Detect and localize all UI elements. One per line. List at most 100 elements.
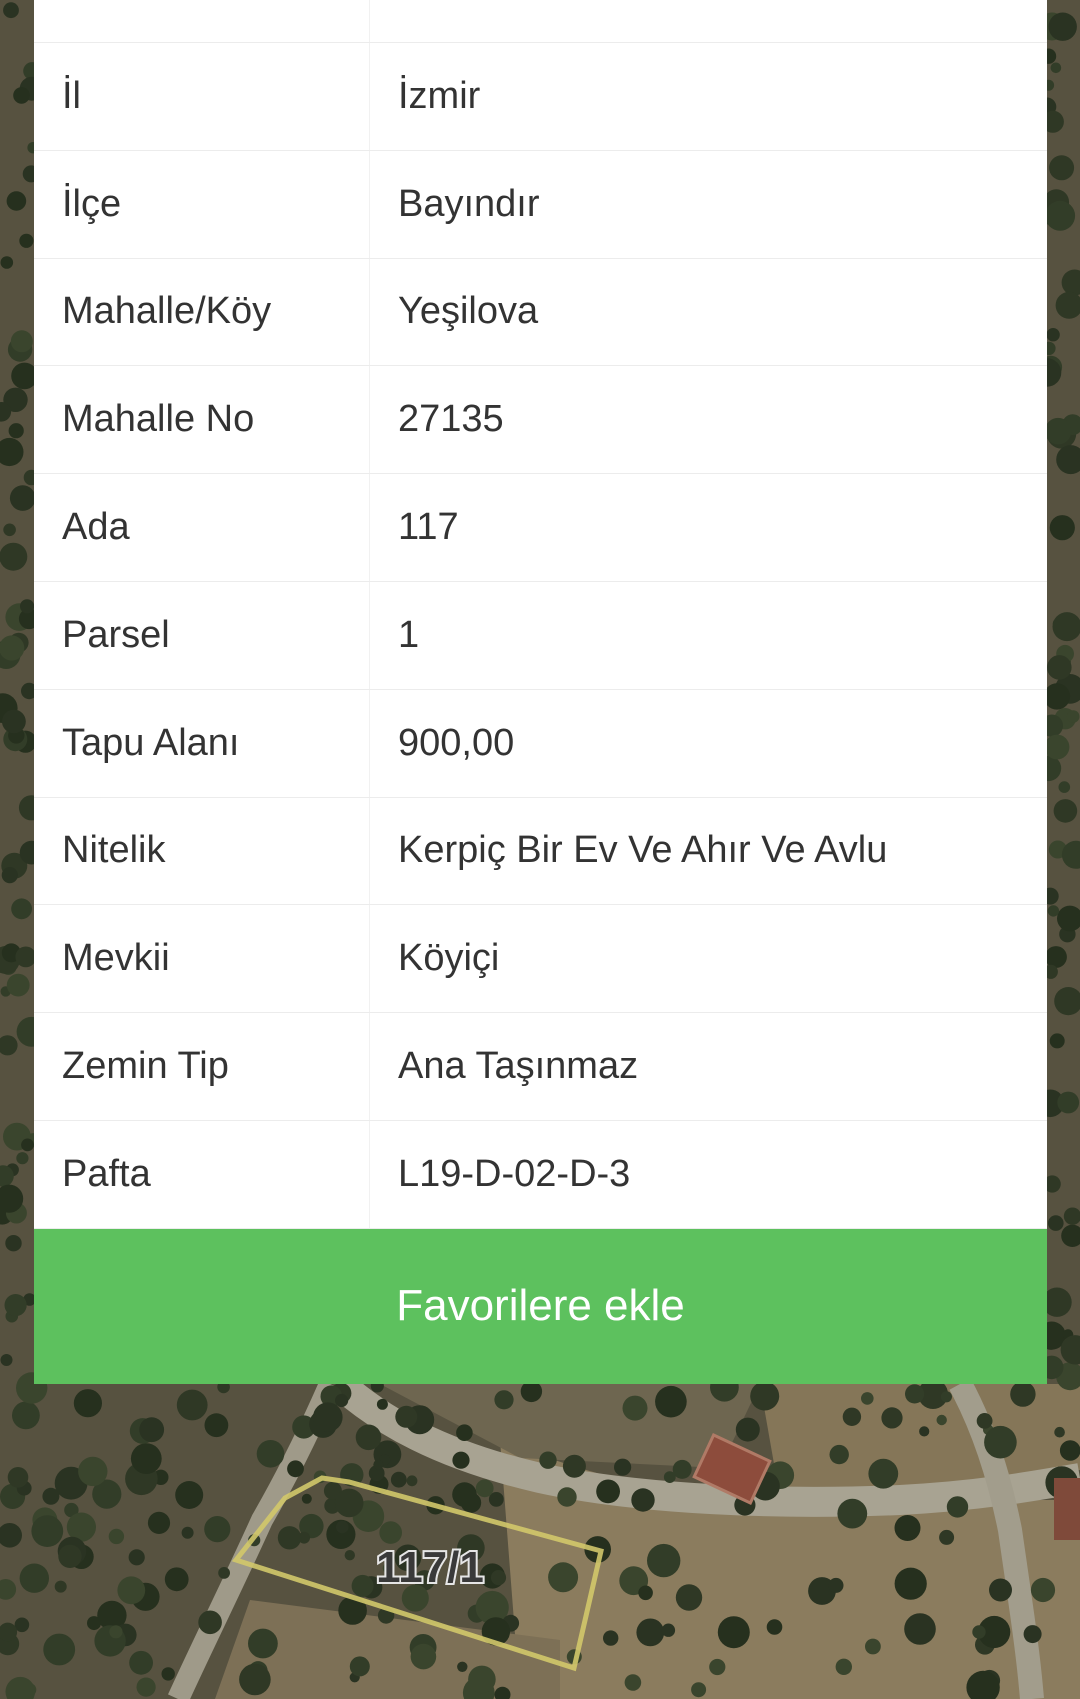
mahalle-koy-value: Yeşilova [398,290,539,333]
tree [675,1584,703,1611]
tree [1054,1426,1065,1438]
parsel-label: Parsel [34,581,370,689]
ilce-label: İlçe [34,150,370,258]
tree [562,1454,586,1478]
tree [456,1424,473,1441]
tree [147,1511,171,1534]
tree [1047,905,1060,917]
tree [406,1475,418,1487]
pafta-value: L19-D-02-D-3 [398,1152,631,1195]
details-row-mahalle-no: Mahalle No 27135 [34,366,1047,475]
tree [976,1413,993,1429]
tree [136,1677,156,1697]
tree [376,1398,388,1410]
mevkii-label: Mevkii [34,905,370,1013]
tree [647,1543,681,1578]
tree [349,1656,370,1677]
tree [287,1460,304,1478]
details-row-parsel: Parsel 1 [34,581,1047,690]
tree [3,523,16,537]
tree [108,1528,125,1545]
tree [43,1633,76,1666]
tree [4,1294,27,1317]
nitelik-value: Kerpiç Bir Ev Ve Ahır Ve Avlu [398,829,888,872]
tree [21,1138,34,1152]
tree [1010,1381,1036,1407]
tree [939,1529,955,1545]
tree [989,1578,1012,1602]
tree [78,1456,108,1487]
tree [539,1451,557,1469]
tree [6,191,27,211]
tree [58,1544,82,1569]
zemin-tip-value: Ana Taşınmaz [398,1045,639,1088]
tree [475,1479,494,1498]
tree [6,973,30,997]
tree [239,1663,271,1696]
tree [10,330,33,353]
tree [313,1402,343,1432]
tree [868,1458,899,1489]
tree [1049,515,1075,541]
tree [19,1563,49,1593]
tree [2,709,26,734]
details-row-ilce: İlçe Bayındır [34,150,1047,259]
tree [691,1682,707,1698]
tree [301,1493,312,1504]
tree [865,1638,881,1655]
tree [0,256,14,269]
tree [636,1618,665,1647]
tree [16,1152,29,1165]
details-row-il: İl İzmir [34,43,1047,151]
parsel-value: 1 [398,613,420,656]
tree [881,1407,903,1429]
tree [336,1520,349,1534]
tree [130,1443,162,1474]
tree [54,1580,67,1593]
tree [452,1482,477,1507]
tree [335,1393,349,1408]
add-to-favorites-button[interactable]: Favorilere ekle [34,1228,1047,1384]
tree [1049,1033,1065,1049]
tapu-alani-label: Tapu Alanı [34,689,370,797]
tree [334,1488,364,1518]
tree [614,1458,632,1476]
tree [20,599,35,614]
tree [1044,417,1072,445]
tree [12,1401,40,1430]
tree [972,1625,986,1639]
ada-value: 117 [398,506,459,549]
tree [842,1407,862,1427]
nitelik-label: Nitelik [34,797,370,905]
tree [161,1667,175,1681]
tree [1057,1091,1080,1114]
details-row-zemin-tip: Zemin Tip Ana Taşınmaz [34,1013,1047,1121]
tree [9,485,36,511]
il-value: İzmir [398,74,481,117]
parcel-details-card: İl İzmir İlçe Bayındır Mahalle/Köy Yeşil… [34,0,1047,1384]
tree [129,1650,154,1675]
ada-label: Ada [34,474,370,581]
tree [661,1623,676,1637]
tree [557,1487,577,1507]
details-row-mevkii: Mevkii Köyiçi [34,905,1047,1014]
tree [390,1471,407,1488]
tree [1058,781,1071,793]
tree [457,1661,468,1673]
tree [373,1459,384,1470]
tree [164,1567,189,1592]
partial-value [370,0,1047,42]
tree [1044,734,1070,760]
tree [7,1467,29,1488]
tree [1045,946,1067,968]
details-row-partial [34,0,1047,43]
tree [109,1625,123,1639]
details-row-tapu-alani: Tapu Alanı 900,00 [34,689,1047,798]
tree [520,1380,543,1403]
tree [344,1550,355,1561]
mahalle-no-label: Mahalle No [34,366,370,474]
tree [837,1498,868,1529]
tree [940,1391,953,1403]
tree [1045,200,1076,231]
pafta-label: Pafta [34,1120,370,1228]
